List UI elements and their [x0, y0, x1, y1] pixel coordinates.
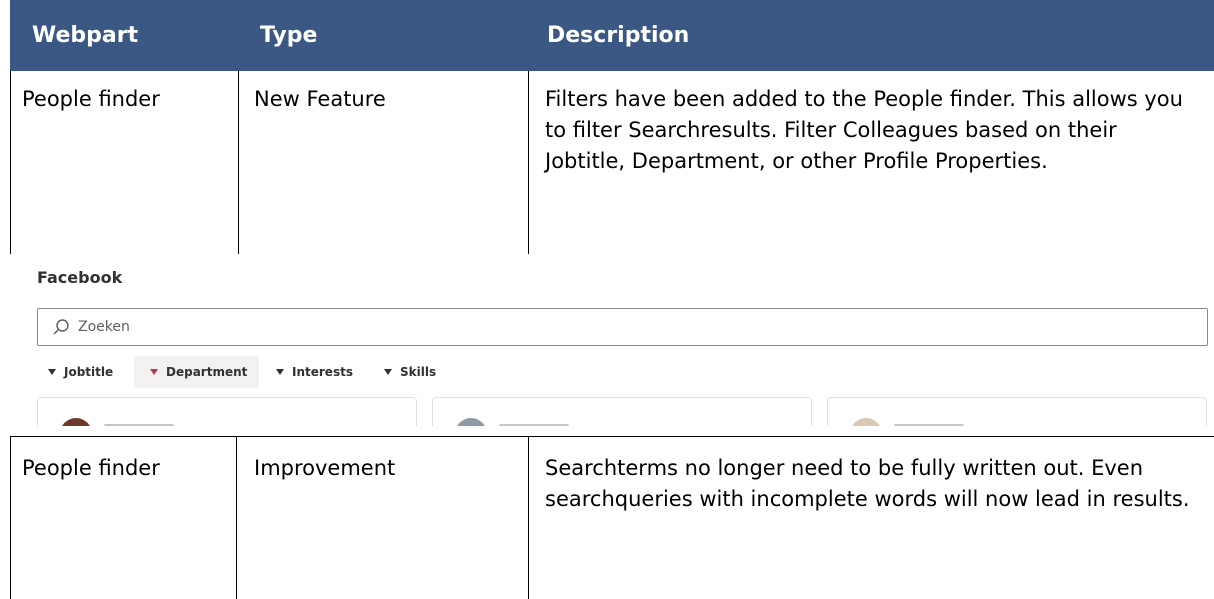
caret-down-icon — [150, 369, 158, 375]
table-header: Webpart Type Description — [10, 0, 1214, 71]
caret-down-icon — [48, 369, 56, 375]
screenshot-title: Facebook — [37, 268, 123, 287]
header-description: Description — [547, 23, 690, 48]
avatar — [60, 418, 92, 426]
filter-skills[interactable]: Skills — [384, 356, 436, 388]
caret-down-icon — [384, 369, 392, 375]
table-column-divider — [528, 71, 529, 254]
table-border-left — [10, 436, 11, 599]
filter-label: Skills — [400, 365, 437, 379]
filter-jobtitle[interactable]: Jobtitle — [48, 356, 113, 388]
filter-label: Department — [166, 365, 248, 379]
table-column-divider — [238, 71, 239, 254]
person-name-placeholder — [104, 424, 174, 426]
table-border-left — [10, 71, 11, 254]
person-card[interactable] — [827, 397, 1207, 426]
table-cell-type: New Feature — [254, 87, 386, 111]
header-webpart: Webpart — [32, 23, 139, 48]
table-column-divider — [528, 436, 529, 599]
filter-label: Jobtitle — [64, 365, 114, 379]
avatar — [850, 418, 882, 426]
person-name-placeholder — [499, 424, 569, 426]
table-cell-type: Improvement — [254, 456, 396, 480]
table-cell-webpart: People finder — [22, 456, 160, 480]
table-cell-webpart: People finder — [22, 87, 160, 111]
header-type: Type — [260, 23, 318, 48]
table-cell-description: Searchterms no longer need to be fully w… — [545, 456, 1190, 511]
person-name-placeholder — [894, 424, 964, 426]
avatar — [455, 418, 487, 426]
filter-interests[interactable]: Interests — [276, 356, 353, 388]
filter-department[interactable]: Department — [134, 356, 259, 388]
person-card[interactable] — [432, 397, 812, 426]
table-cell-description: Filters have been added to the People fi… — [545, 87, 1183, 173]
search-icon — [53, 319, 69, 335]
person-card[interactable] — [37, 397, 417, 426]
table-column-divider — [236, 436, 237, 599]
search-box[interactable]: Zoeken — [37, 308, 1208, 346]
caret-down-icon — [276, 369, 284, 375]
filter-label: Interests — [292, 365, 353, 379]
people-finder-screenshot: Facebook Zoeken Jobtitle Department Inte… — [0, 254, 1214, 426]
table-row-divider — [10, 436, 1214, 437]
search-input[interactable]: Zoeken — [78, 309, 130, 345]
